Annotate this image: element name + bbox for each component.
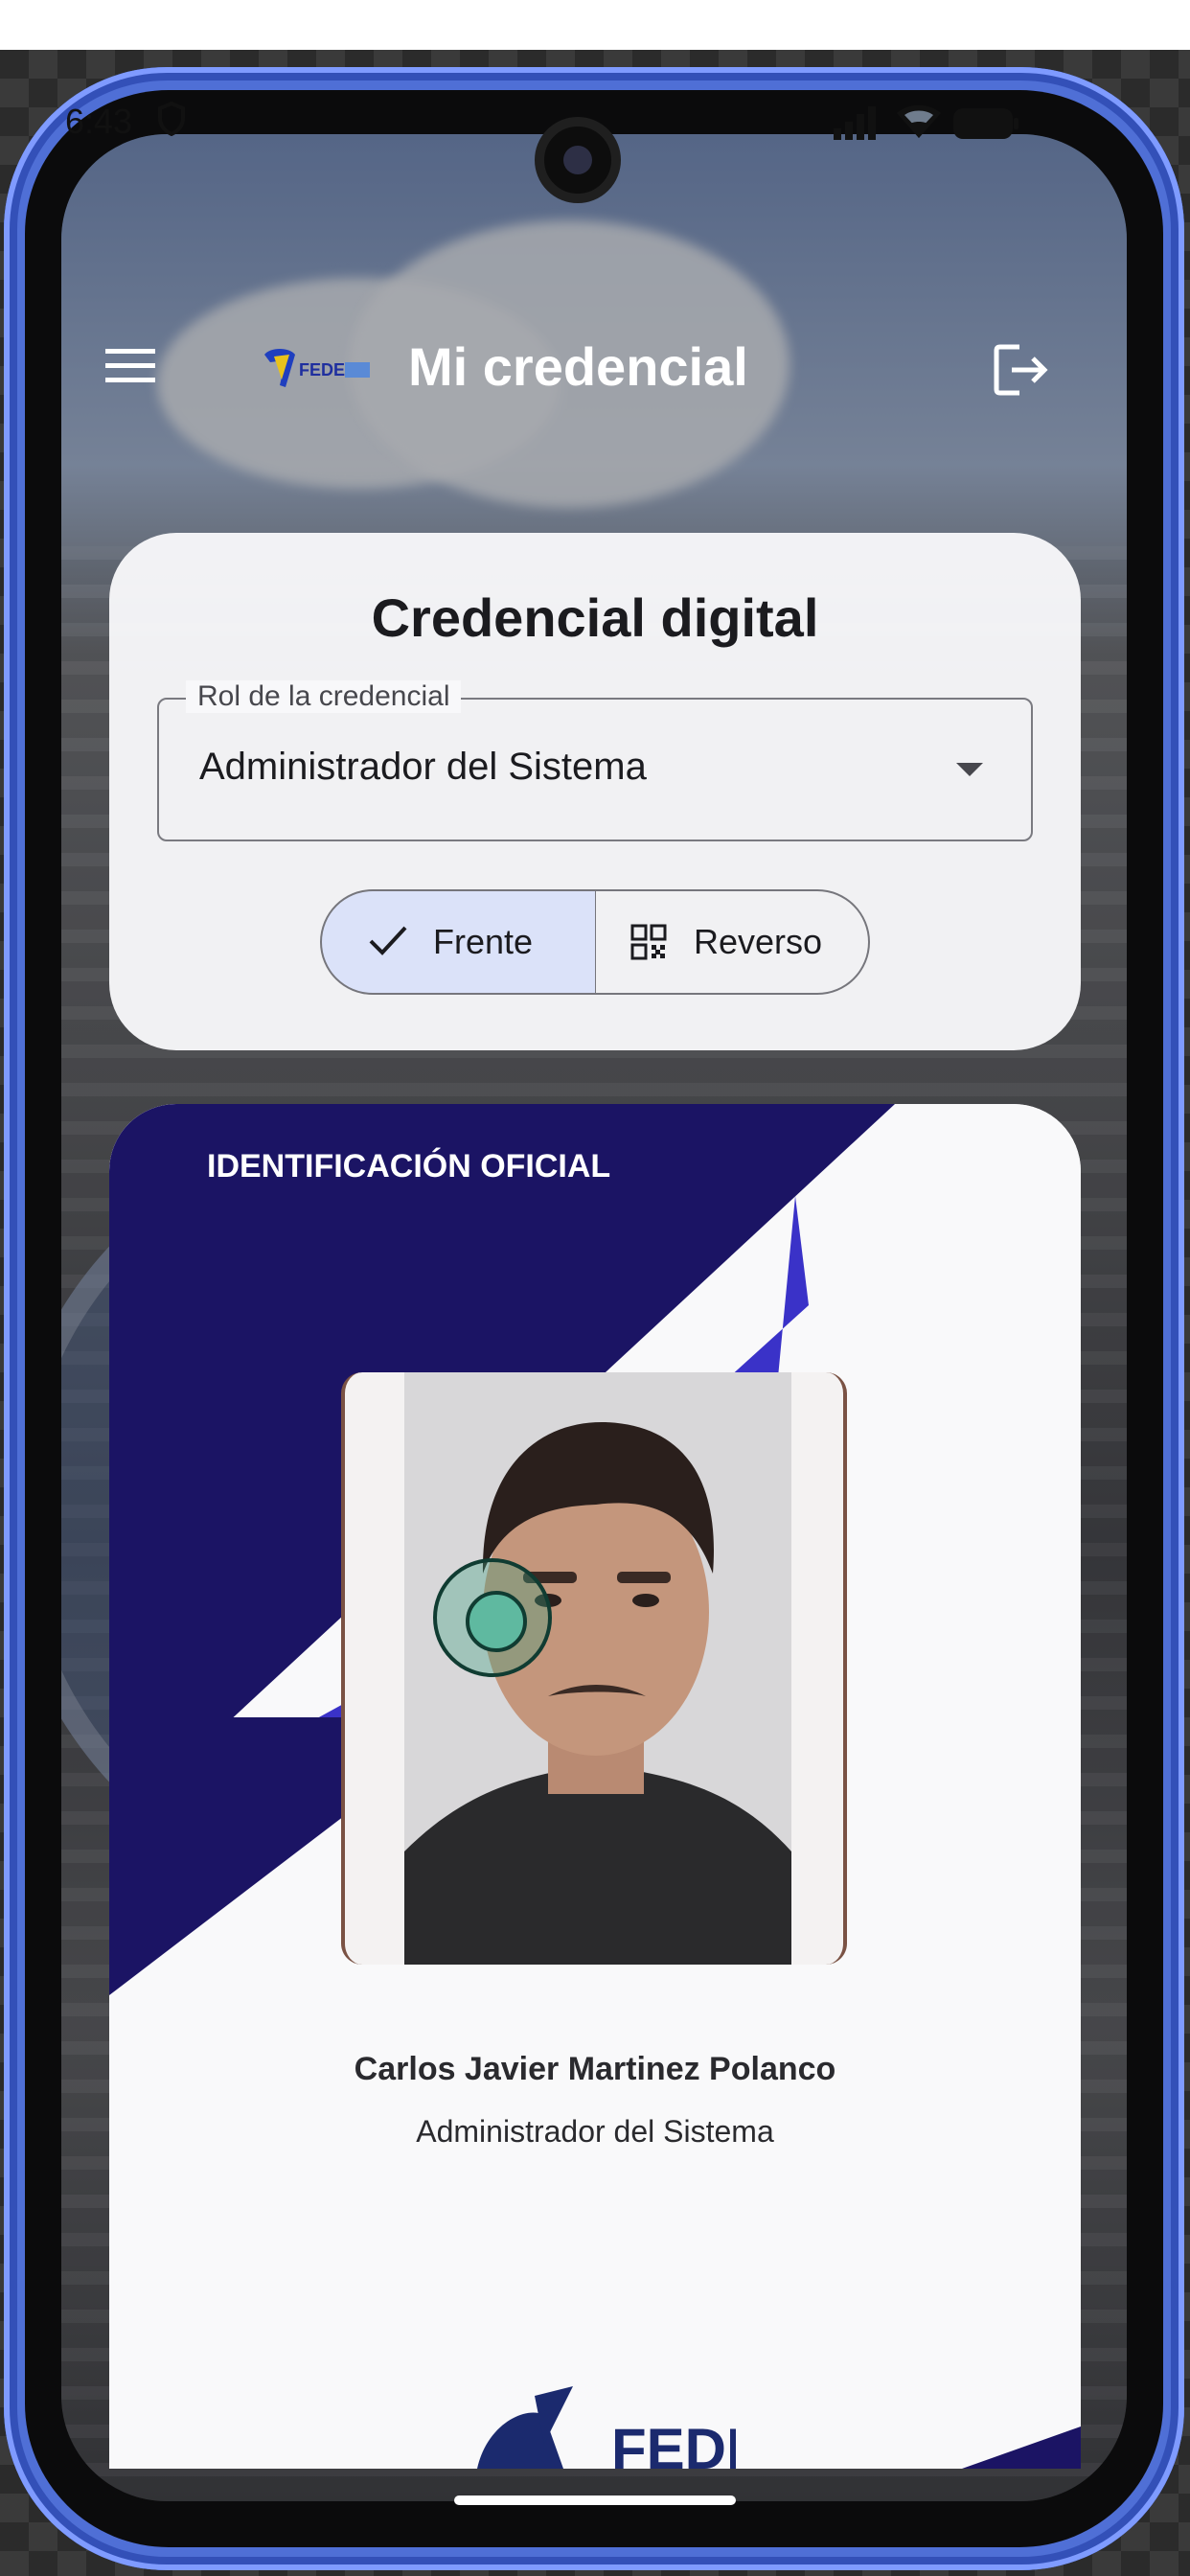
home-indicator[interactable] [454, 2496, 736, 2505]
signal-icon [834, 106, 876, 140]
status-time: 6:43 [65, 102, 133, 141]
logout-icon[interactable] [993, 343, 1052, 397]
footer-logo: FEDE [477, 2386, 736, 2469]
front-camera [535, 117, 621, 203]
credential-header: IDENTIFICACIÓN OFICIAL [207, 1148, 611, 1184]
chevron-down-icon[interactable] [954, 761, 985, 778]
check-icon [369, 926, 407, 955]
shield-icon [158, 102, 185, 136]
wifi-icon [897, 104, 941, 138]
holder-name: Carlos Javier Martinez Polanco [354, 2051, 836, 2087]
profile-photo-frame [341, 1372, 847, 1965]
role-dropdown-label: Rol de la credencial [186, 680, 462, 713]
footer-logo-text: FEDE [611, 2417, 736, 2469]
status-bar: 6:43 [0, 0, 1190, 141]
battery-icon [953, 108, 1018, 139]
role-dropdown-value: Administrador del Sistema [199, 746, 647, 788]
segment-reverso-label: Reverso [694, 922, 823, 961]
menu-icon[interactable] [103, 347, 157, 385]
brand-logo: FEDE [264, 349, 370, 387]
card-title: Credencial digital [371, 587, 819, 648]
segment-frente-label: Frente [433, 922, 534, 961]
brand-logo-text: FEDE [299, 360, 345, 380]
qr-code-icon [630, 924, 667, 960]
holder-role: Administrador del Sistema [416, 2114, 774, 2149]
app-title: Mi credencial [408, 336, 748, 397]
touch-indicator [433, 1558, 552, 1677]
